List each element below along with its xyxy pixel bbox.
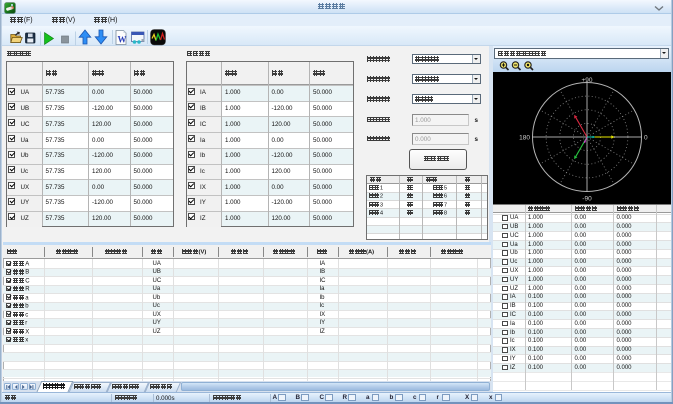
svg-text:180: 180 bbox=[519, 134, 530, 141]
svg-text:0: 0 bbox=[644, 134, 648, 141]
svg-text:+90: +90 bbox=[581, 77, 592, 84]
svg-text:W: W bbox=[118, 34, 127, 44]
svg-text:-90: -90 bbox=[582, 195, 592, 202]
